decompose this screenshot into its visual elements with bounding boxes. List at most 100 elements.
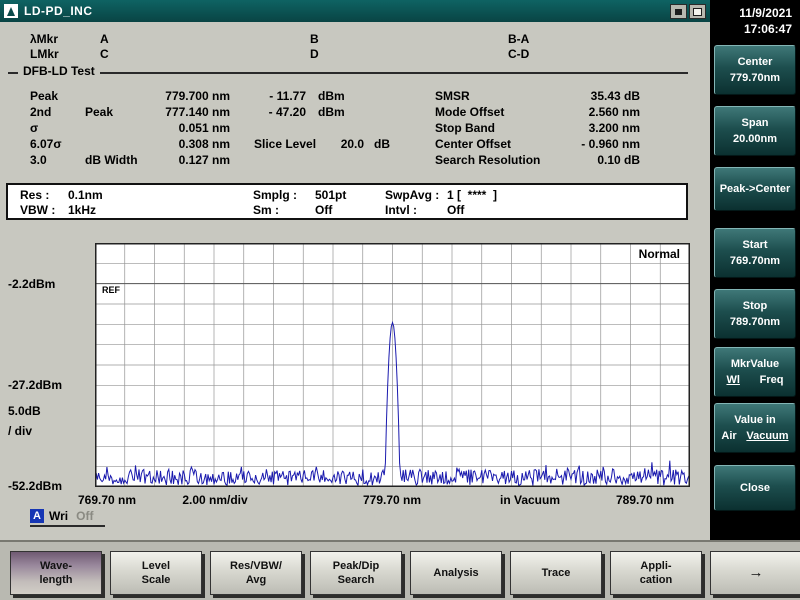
softkey-span[interactable]: Span 20.00nm	[714, 106, 796, 156]
softkey-label: Start	[742, 239, 767, 251]
result-row-3db-width: 3.0 dB Width 0.127 nm	[30, 152, 390, 168]
marker-b: B	[310, 32, 508, 46]
dfb-results-right: SMSR 35.43 dB Mode Offset 2.560 nm Stop …	[435, 88, 640, 168]
softkey-label: MkrValue	[731, 358, 779, 370]
softkey-peak-to-center[interactable]: Peak->Center	[714, 167, 796, 211]
softkey-label: Span	[742, 117, 769, 129]
softkey-value-in[interactable]: Value in Air Vacuum	[714, 403, 796, 453]
group-divider	[8, 72, 688, 74]
trace-status-indicator: A Wri Off	[30, 509, 105, 527]
res-value: 0.1nm	[68, 188, 253, 202]
swpavg-label: SwpAvg :	[385, 188, 447, 202]
fnkey-res-vbw-avg[interactable]: Res/VBW/ Avg	[210, 551, 302, 595]
option-wavelength[interactable]: Wl	[726, 374, 739, 386]
slice-level-value: 20.0	[328, 137, 364, 151]
option-vacuum[interactable]: Vacuum	[746, 430, 788, 442]
trace-write-mode: Wri	[49, 509, 68, 523]
softkey-mkr-value[interactable]: MkrValue Wl Freq	[714, 347, 796, 397]
marker-row-label: LMkr	[30, 47, 100, 61]
softkey-sidebar: Center 779.70nm Span 20.00nm Peak->Cente…	[710, 44, 800, 540]
fnkey-level-scale[interactable]: Level Scale	[110, 551, 202, 595]
smplg-label: Smplg :	[253, 188, 315, 202]
softkey-stop[interactable]: Stop 789.70nm	[714, 289, 796, 339]
spectrum-plot	[95, 243, 690, 487]
softkey-value: 789.70nm	[730, 316, 780, 328]
fnkey-trace[interactable]: Trace	[510, 551, 602, 595]
option-frequency[interactable]: Freq	[760, 374, 784, 386]
function-key-strip: Wave- length Level Scale Res/VBW/ Avg Pe…	[0, 540, 800, 600]
marker-b-a: B-A	[508, 32, 529, 46]
trace-off-state: Off	[76, 509, 93, 523]
result-row-peak: Peak 779.700 nm - 11.77 dBm	[30, 88, 390, 104]
softkey-label: Center	[738, 56, 773, 68]
smplg-value: 501pt	[315, 188, 385, 202]
y-axis-label-top: -2.2dBm	[8, 277, 55, 291]
y-scale-label: / div	[8, 424, 32, 438]
fnkey-analysis[interactable]: Analysis	[410, 551, 502, 595]
y-scale-label: 5.0dB	[8, 404, 41, 418]
res-label: Res :	[20, 188, 68, 202]
app-logo-icon	[4, 4, 18, 18]
window-minimize-button[interactable]	[670, 4, 687, 19]
marker-c-d: C-D	[508, 47, 529, 61]
y-axis-label-mid: -27.2dBm	[8, 378, 62, 392]
softkey-value: 779.70nm	[730, 72, 780, 84]
softkey-label: Close	[740, 482, 770, 494]
marker-c: C	[100, 47, 310, 61]
result-row-smsr: SMSR 35.43 dB	[435, 88, 640, 104]
fnkey-next-page[interactable]: →	[710, 551, 800, 595]
marker-a: A	[100, 32, 310, 46]
fnkey-application[interactable]: Appli- cation	[610, 551, 702, 595]
softkey-center[interactable]: Center 779.70nm	[714, 45, 796, 95]
sweep-settings-box: Res : 0.1nm Smplg : 501pt SwpAvg : 1 [ *…	[6, 183, 688, 220]
osa-screen: LD-PD_INC 11/9/2021 17:06:47 Center 779.…	[0, 0, 800, 600]
result-row-search-resolution: Search Resolution 0.10 dB	[435, 152, 640, 168]
result-row-center-offset: Center Offset - 0.960 nm	[435, 136, 640, 152]
swpavg-value: 1 [ **** ]	[447, 188, 686, 202]
dfb-results-left: Peak 779.700 nm - 11.77 dBm 2nd Peak 777…	[30, 88, 390, 168]
settings-row-1: Res : 0.1nm Smplg : 501pt SwpAvg : 1 [ *…	[20, 187, 686, 202]
vbw-label: VBW :	[20, 203, 68, 217]
ref-level-label: REF	[102, 285, 120, 295]
right-arrow-icon: →	[749, 566, 764, 580]
restore-icon	[693, 8, 702, 16]
marker-row-label: λMkr	[30, 32, 100, 46]
softkey-close[interactable]: Close	[714, 465, 796, 511]
x-axis-start-label: 769.70 nm	[78, 493, 136, 507]
minimize-icon	[675, 9, 682, 15]
trace-mode-label: Normal	[600, 247, 680, 261]
y-axis-label-bottom: -52.2dBm	[8, 479, 62, 493]
sm-label: Sm :	[253, 203, 315, 217]
x-axis-medium-label: in Vacuum	[475, 493, 585, 507]
softkey-start[interactable]: Start 769.70nm	[714, 228, 796, 278]
fnkey-wavelength[interactable]: Wave- length	[10, 551, 102, 595]
result-row-sigma: σ 0.051 nm	[30, 120, 390, 136]
x-axis-div-label: 2.00 nm/div	[160, 493, 270, 507]
result-row-6sigma: 6.07σ 0.308 nm Slice Level 20.0 dB	[30, 136, 390, 152]
option-air[interactable]: Air	[721, 430, 736, 442]
result-row-mode-offset: Mode Offset 2.560 nm	[435, 104, 640, 120]
result-row-2nd-peak: 2nd Peak 777.140 nm - 47.20 dBm	[30, 104, 390, 120]
x-axis-stop-label: 789.70 nm	[595, 493, 695, 507]
fnkey-peak-dip-search[interactable]: Peak/Dip Search	[310, 551, 402, 595]
date-text: 11/9/2021	[710, 5, 792, 21]
intvl-value: Off	[447, 203, 686, 217]
x-axis-center-label: 779.70 nm	[337, 493, 447, 507]
window-restore-button[interactable]	[689, 4, 706, 19]
softkey-label: Value in	[734, 414, 776, 426]
marker-d: D	[310, 47, 508, 61]
softkey-value: 769.70nm	[730, 255, 780, 267]
slice-level-unit: dB	[374, 137, 390, 151]
titlebar: LD-PD_INC	[0, 0, 710, 22]
intvl-label: Intvl :	[385, 203, 447, 217]
trace-letter-badge: A	[30, 509, 44, 523]
slice-level-label: Slice Level	[254, 137, 316, 151]
softkey-label: Peak->Center	[720, 183, 791, 195]
datetime-display: 11/9/2021 17:06:47	[710, 0, 800, 44]
settings-row-2: VBW : 1kHz Sm : Off Intvl : Off	[20, 202, 686, 217]
marker-header: λMkr A B B-A LMkr C D C-D	[30, 32, 529, 61]
result-row-stop-band: Stop Band 3.200 nm	[435, 120, 640, 136]
analysis-group-title: DFB-LD Test	[18, 64, 100, 78]
window-title: LD-PD_INC	[24, 4, 93, 18]
vbw-value: 1kHz	[68, 203, 253, 217]
